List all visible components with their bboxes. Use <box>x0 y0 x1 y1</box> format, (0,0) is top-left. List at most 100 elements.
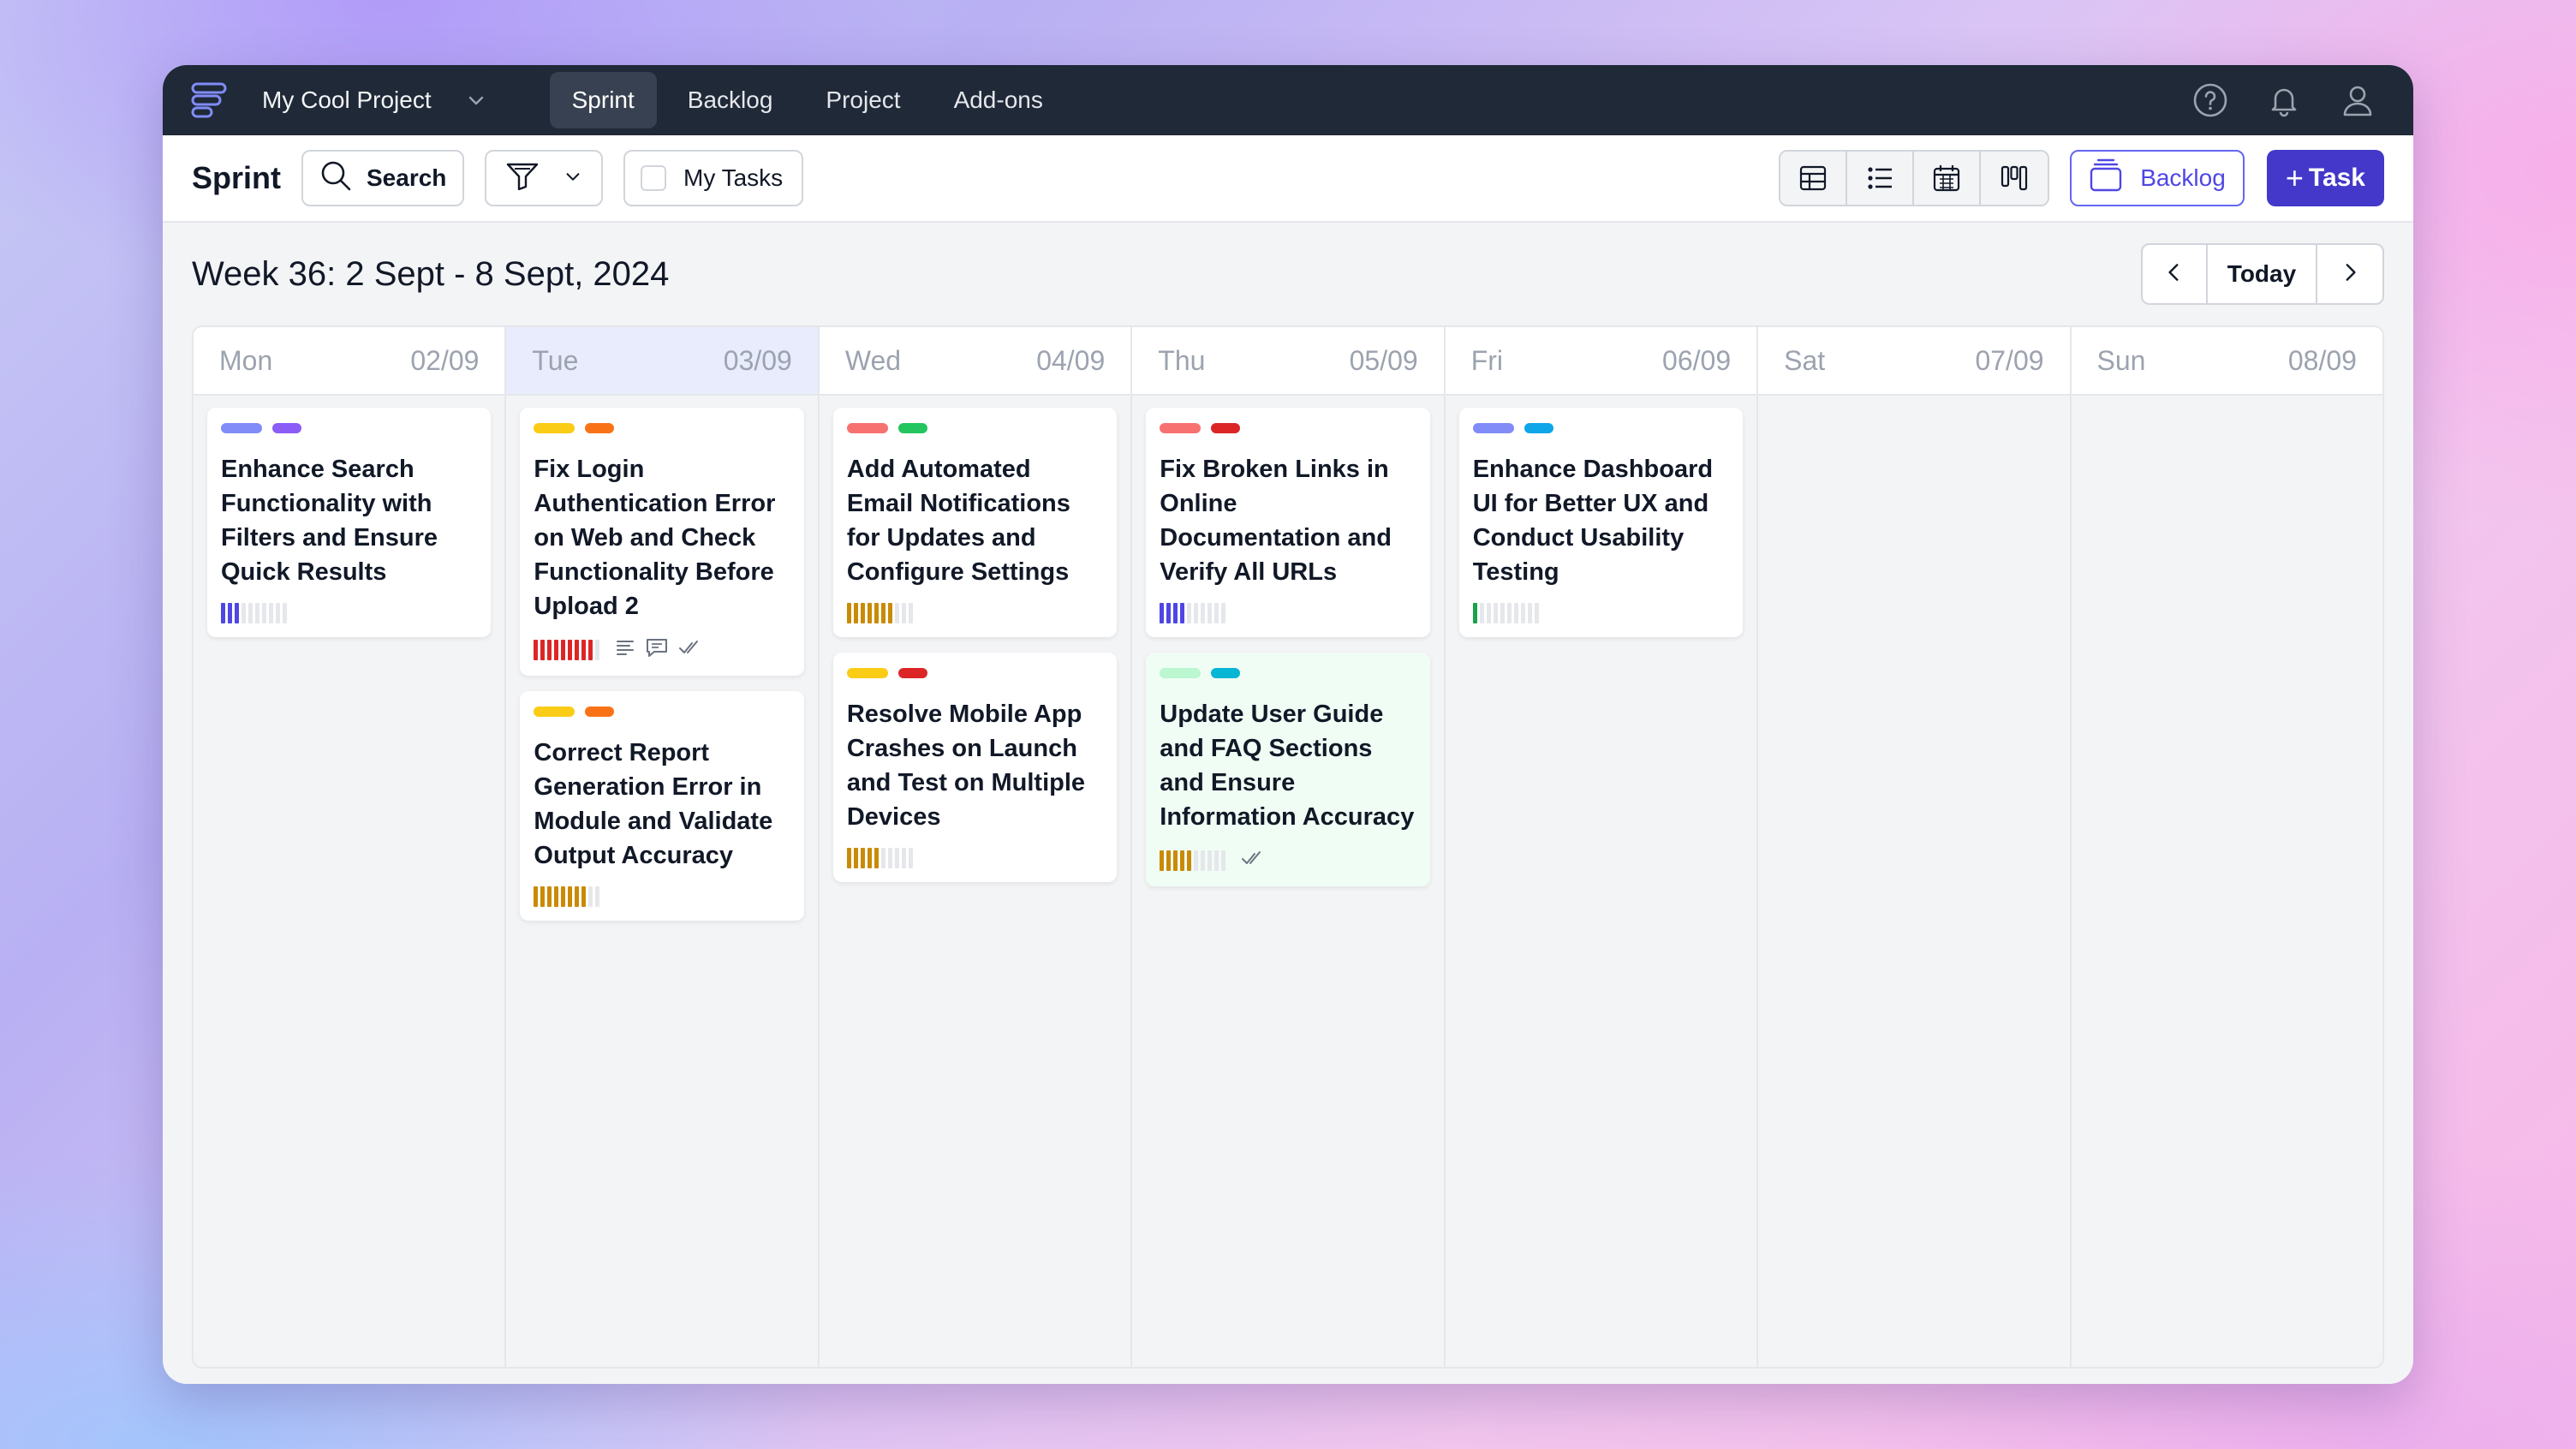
progress-segment <box>901 603 906 623</box>
day-body[interactable] <box>1758 396 2069 420</box>
add-task-button[interactable]: + Task <box>2266 150 2384 206</box>
view-switcher <box>1779 150 2050 206</box>
week-calendar: Mon 02/09 Enhance Search Functionality wit… <box>192 325 2384 1368</box>
tab-project[interactable]: Project <box>803 72 922 128</box>
backlog-button[interactable]: Backlog <box>2070 150 2245 206</box>
day-body[interactable]: Add Automated Email Notifications for Up… <box>820 396 1130 894</box>
task-card[interactable]: Enhance Search Functionality with Filter… <box>207 408 492 637</box>
board-view-icon[interactable] <box>1981 152 2048 205</box>
progress-segment <box>547 886 552 907</box>
task-tags <box>534 423 790 433</box>
progress-indicator <box>1472 603 1539 623</box>
progress-segment <box>1520 603 1525 623</box>
progress-segment <box>1166 850 1172 871</box>
today-button[interactable]: Today <box>2208 245 2317 303</box>
chevron-down-icon <box>466 90 486 110</box>
task-card[interactable]: Resolve Mobile App Crashes on Launch and… <box>832 653 1118 882</box>
day-column-tue: Tue 03/09 Fix Login Authentication Error o… <box>506 327 820 1367</box>
progress-segment <box>554 639 559 660</box>
progress-segment <box>581 639 587 660</box>
progress-segment <box>581 886 587 907</box>
tag-pill <box>585 707 615 717</box>
progress-segment <box>235 603 239 623</box>
filter-button[interactable] <box>485 150 603 206</box>
tag-pill <box>1160 668 1202 678</box>
task-footer <box>534 637 790 662</box>
task-card[interactable]: Fix Broken Links in Online Documentation… <box>1146 408 1430 637</box>
progress-segment <box>860 603 865 623</box>
task-card[interactable]: Fix Login Authentication Error on Web an… <box>520 408 804 676</box>
progress-segment <box>1221 850 1226 871</box>
my-tasks-toggle[interactable]: My Tasks <box>623 150 803 206</box>
previous-week-button[interactable] <box>2143 245 2208 303</box>
bell-icon[interactable] <box>2266 82 2302 118</box>
progress-segment <box>575 886 580 907</box>
task-title: Add Automated Email Notifications for Up… <box>846 456 1070 586</box>
progress-segment <box>1534 603 1539 623</box>
day-body[interactable]: Fix Broken Links in Online Documentation… <box>1132 396 1443 898</box>
progress-indicator <box>1160 603 1226 623</box>
search-button[interactable]: Search <box>301 150 464 206</box>
comment-icon <box>646 637 668 662</box>
day-body[interactable]: Fix Login Authentication Error on Web an… <box>506 396 817 933</box>
day-name: Wed <box>844 344 902 376</box>
task-title: Correct Report Generation Error in Modul… <box>534 739 773 869</box>
progress-segment <box>1173 603 1178 623</box>
project-switcher[interactable]: My Cool Project <box>262 86 486 114</box>
tag-pill <box>1160 423 1202 433</box>
task-tags <box>534 707 790 717</box>
progress-segment <box>547 639 552 660</box>
tag-pill <box>897 423 927 433</box>
app-logo-icon[interactable] <box>190 81 228 119</box>
search-label: Search <box>367 164 447 191</box>
progress-segment <box>1208 850 1213 871</box>
table-view-icon[interactable] <box>1780 152 1848 205</box>
task-tags <box>1160 423 1416 433</box>
top-nav: My Cool Project Sprint Backlog Project A… <box>163 65 2413 135</box>
task-footer <box>846 603 1103 623</box>
tag-pill <box>846 423 888 433</box>
tab-add-ons[interactable]: Add-ons <box>932 72 1065 128</box>
user-icon[interactable] <box>2340 82 2376 118</box>
progress-segment <box>540 639 546 660</box>
progress-segment <box>846 848 851 868</box>
progress-segment <box>1479 603 1484 623</box>
day-body[interactable]: Enhance Dashboard UI for Better UX and C… <box>1446 396 1756 649</box>
progress-segment <box>860 848 865 868</box>
progress-segment <box>1214 603 1219 623</box>
progress-segment <box>276 603 280 623</box>
day-date: 08/09 <box>2287 344 2357 376</box>
tab-sprint[interactable]: Sprint <box>549 72 657 128</box>
day-body[interactable] <box>2072 396 2382 420</box>
help-icon[interactable] <box>2192 82 2228 118</box>
progress-indicator <box>221 603 287 623</box>
task-title: Enhance Dashboard UI for Better UX and C… <box>1472 456 1714 586</box>
day-body[interactable]: Enhance Search Functionality with Filter… <box>194 396 504 649</box>
task-card[interactable]: Correct Report Generation Error in Modul… <box>520 691 804 921</box>
tag-pill <box>897 668 927 678</box>
check-icon <box>678 637 699 662</box>
task-card[interactable]: Enhance Dashboard UI for Better UX and C… <box>1458 408 1744 637</box>
progress-segment <box>561 886 566 907</box>
list-view-icon[interactable] <box>1847 152 1915 205</box>
task-footer <box>534 886 790 907</box>
day-column-sun: Sun 08/09 <box>2071 327 2382 1367</box>
my-tasks-checkbox[interactable] <box>641 165 666 191</box>
day-column-thu: Thu 05/09 Fix Broken Links in Online Docum… <box>1132 327 1446 1367</box>
progress-segment <box>1208 603 1213 623</box>
calendar-view-icon[interactable] <box>1914 152 1982 205</box>
toolbar: Sprint Search My Tasks Backlog + Task <box>163 135 2413 223</box>
progress-segment <box>595 639 600 660</box>
day-column-sat: Sat 07/09 <box>1758 327 2072 1367</box>
description-icon <box>615 637 635 662</box>
next-week-button[interactable] <box>2317 245 2382 303</box>
day-header: Sat 07/09 <box>1758 327 2070 396</box>
tag-pill <box>534 423 575 433</box>
nav-tabs: Sprint Backlog Project Add-ons <box>549 72 1065 128</box>
day-date: 02/09 <box>410 344 480 376</box>
task-card[interactable]: Add Automated Email Notifications for Up… <box>832 408 1118 637</box>
tab-backlog[interactable]: Backlog <box>665 72 796 128</box>
progress-segment <box>221 603 225 623</box>
task-card[interactable]: Update User Guide and FAQ Sections and E… <box>1146 653 1430 886</box>
app-window: My Cool Project Sprint Backlog Project A… <box>163 65 2413 1384</box>
